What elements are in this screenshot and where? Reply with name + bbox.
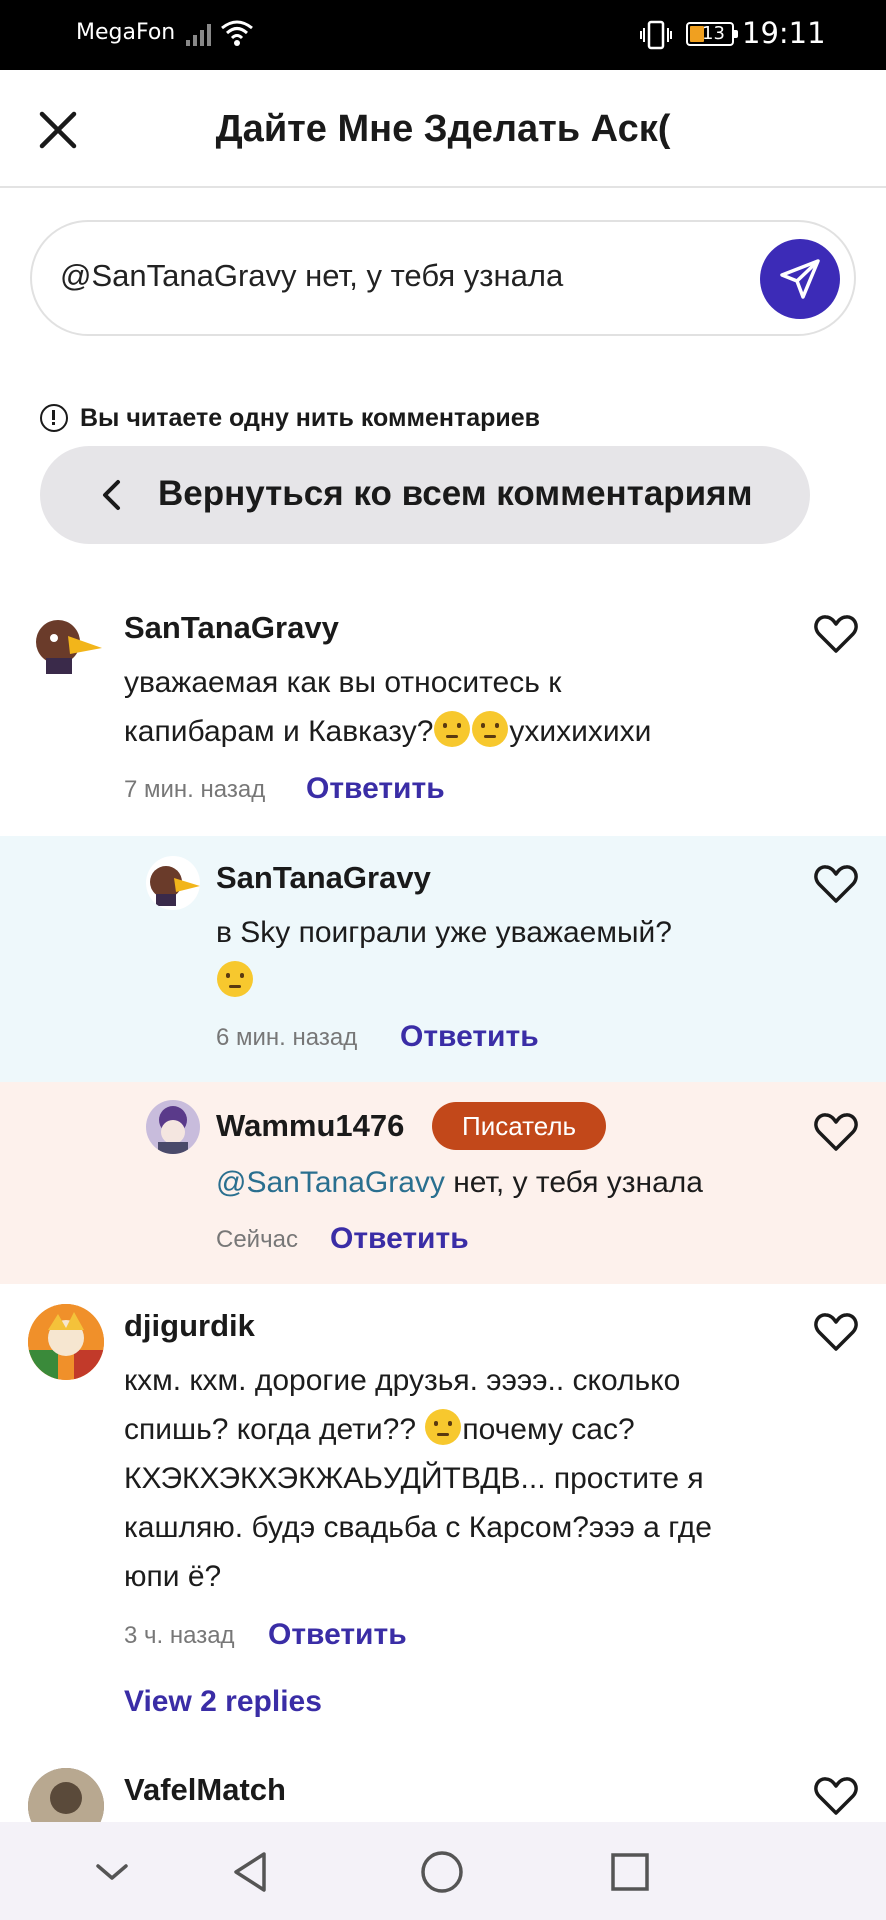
avatar[interactable] (146, 856, 200, 910)
comment-username[interactable]: djigurdik (124, 1308, 255, 1344)
avatar[interactable] (146, 1100, 200, 1154)
heart-icon[interactable] (814, 1112, 858, 1152)
avatar[interactable] (28, 606, 104, 682)
comment-composer (30, 220, 856, 336)
carrier-label: MegaFon (76, 20, 176, 45)
page-title: Дайте Мне Зделать Аск( (215, 108, 671, 150)
wifi-icon (221, 20, 253, 46)
comment-timestamp: Сейчас (216, 1226, 298, 1253)
battery-icon: 13 (686, 22, 738, 46)
nav-back-icon[interactable] (228, 1848, 276, 1896)
clock: 19:11 (742, 16, 826, 50)
chevron-left-icon (103, 480, 120, 510)
comment-timestamp: 3 ч. назад (124, 1622, 235, 1649)
comment-text: @SanTanaGravy нет, у тебя узнала (216, 1166, 703, 1199)
raised-eyebrow-emoji-icon (217, 961, 253, 997)
back-to-all-comments-button[interactable]: Вернуться ко всем комментариям (40, 446, 810, 544)
nav-home-icon[interactable] (418, 1848, 466, 1896)
reply-button[interactable]: Ответить (268, 1618, 407, 1652)
close-icon[interactable] (34, 106, 82, 154)
comment-timestamp: 7 мин. назад (124, 776, 266, 803)
comment: VafelMatch (0, 1744, 886, 1822)
comment-username[interactable]: Wammu1476 (216, 1108, 404, 1144)
header: Дайте Мне Зделать Аск( (0, 70, 886, 188)
back-to-all-comments-label: Вернуться ко всем комментариям (158, 474, 753, 513)
monocle-emoji-icon (434, 711, 471, 747)
writer-badge: Писатель (432, 1102, 607, 1150)
avatar[interactable] (28, 1768, 104, 1822)
thread-notice-text: Вы читаете одну нить комментариев (80, 403, 541, 432)
heart-icon[interactable] (814, 1776, 858, 1816)
reply-button[interactable]: Ответить (306, 772, 445, 806)
hand-over-mouth-emoji-icon (425, 1409, 462, 1445)
screen: MegaFon 13 19:11 Дайте Мне Зделать Аск(… (0, 0, 886, 1920)
info-icon (40, 404, 68, 432)
thread-notice: Вы читаете одну нить комментариев (40, 400, 540, 436)
nav-collapse-icon[interactable] (88, 1848, 136, 1896)
heart-icon[interactable] (814, 864, 858, 904)
comment: SanTanaGravy уважаемая как вы относитесь… (0, 590, 886, 834)
comment: djigurdik кхм. кхм. дорогие друзья. ээээ… (0, 1284, 886, 1724)
send-button[interactable] (760, 239, 840, 319)
comment-username[interactable]: SanTanaGravy (216, 860, 431, 896)
nav-recents-icon[interactable] (606, 1848, 654, 1896)
comment-username[interactable]: SanTanaGravy (124, 610, 339, 646)
vibrate-icon (640, 20, 672, 50)
comment-text: кхм. кхм. дорогие друзья. ээээ.. сколько… (124, 1364, 712, 1593)
heart-icon[interactable] (814, 614, 858, 654)
status-bar: MegaFon 13 19:11 (0, 0, 886, 70)
reply-button[interactable]: Ответить (400, 1020, 539, 1054)
signal-icon (186, 24, 211, 46)
comment-text: в Sky поиграли уже уважаемый? (216, 908, 836, 1006)
comment-timestamp: 6 мин. назад (216, 1024, 358, 1051)
reply-button[interactable]: Ответить (330, 1222, 469, 1256)
view-replies-link[interactable]: View 2 replies (124, 1685, 322, 1719)
avatar[interactable] (28, 1304, 104, 1380)
comment-input[interactable] (60, 258, 760, 294)
system-nav-bar (0, 1822, 886, 1920)
comment-text: уважаемая как вы относитесь к капибарам … (124, 666, 652, 748)
send-icon (780, 259, 820, 299)
heart-icon[interactable] (814, 1312, 858, 1352)
battery-level: 13 (702, 23, 725, 44)
reply-comment: SanTanaGravy в Sky поиграли уже уважаемы… (0, 836, 886, 1082)
user-mention[interactable]: @SanTanaGravy (216, 1166, 445, 1199)
comment-username[interactable]: VafelMatch (124, 1772, 286, 1808)
confused-emoji-icon (472, 711, 509, 747)
reply-comment: Wammu1476 Писатель @SanTanaGravy нет, у … (0, 1082, 886, 1284)
